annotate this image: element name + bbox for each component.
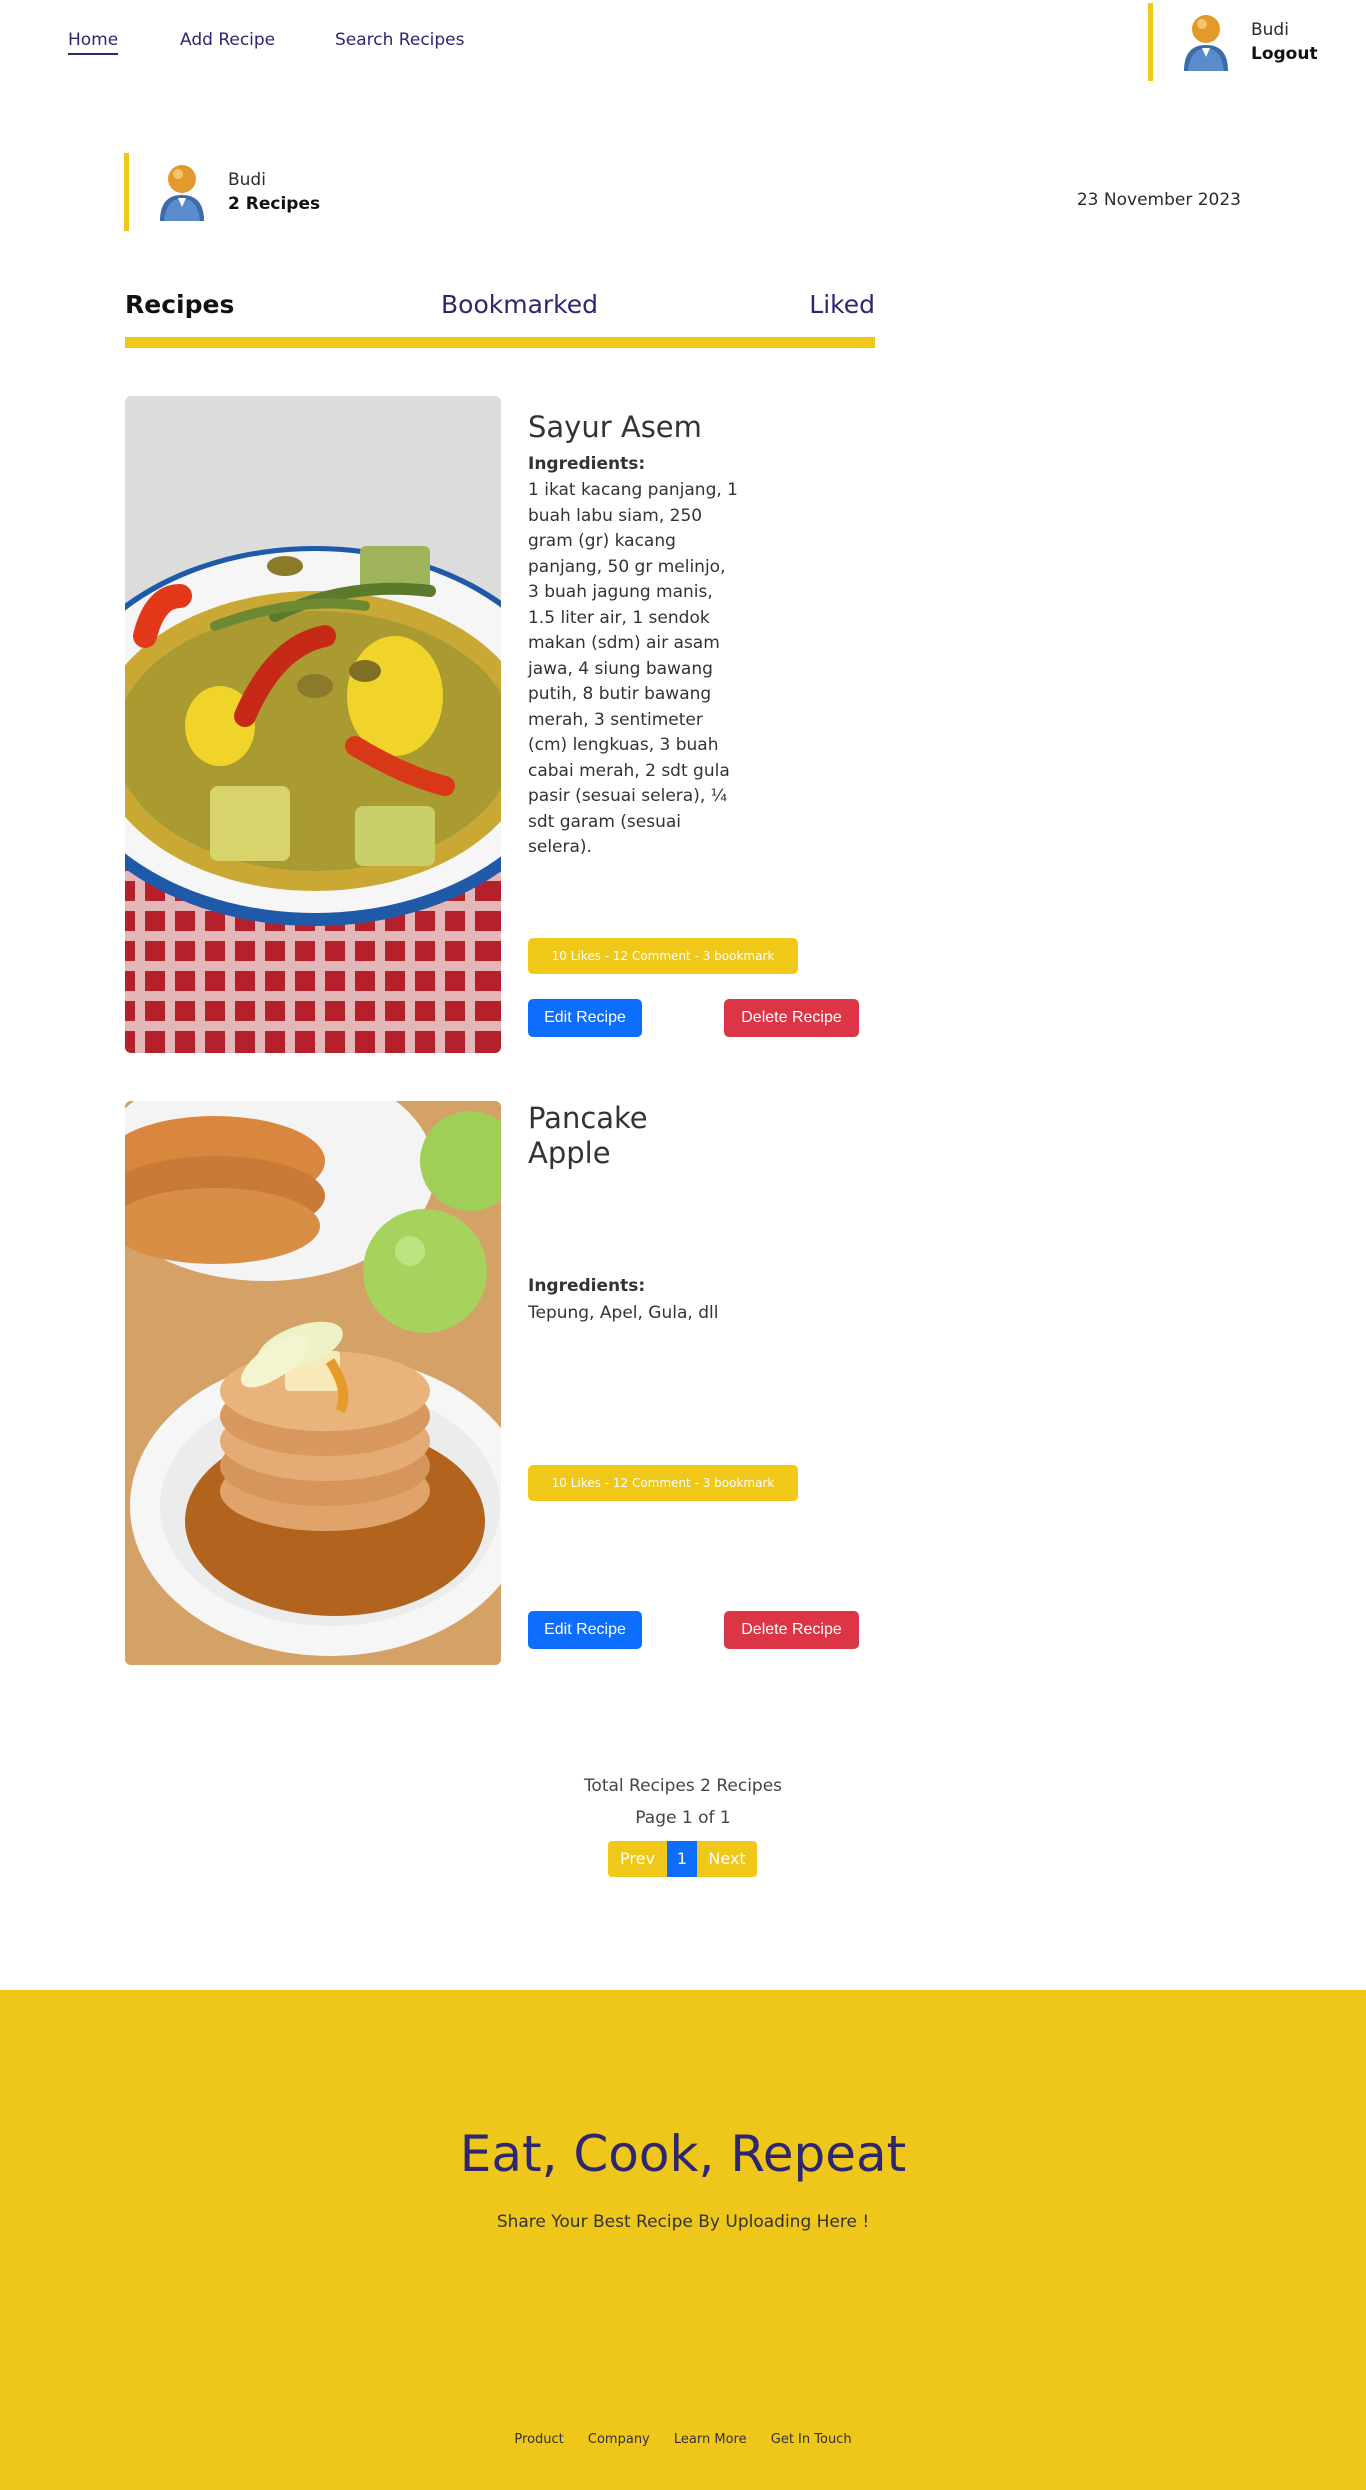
footer-slogan: Eat, Cook, Repeat — [459, 2125, 907, 2183]
page-number-button[interactable]: 1 — [667, 1841, 697, 1877]
profile-name: Budi — [228, 170, 266, 190]
nav-user-name: Budi — [1251, 20, 1289, 40]
footer-link-company[interactable]: Company — [588, 2432, 650, 2447]
recipe-card: Pancake Apple Ingredients: Tepung, Apel,… — [125, 1101, 875, 1665]
profile-date: 23 November 2023 — [1076, 190, 1241, 210]
footer-link-product[interactable]: Product — [514, 2432, 563, 2447]
navbar: Home Add Recipe Search Recipes Budi Logo… — [0, 0, 1366, 85]
profile-panel: Budi 2 Recipes — [124, 153, 424, 231]
recipe-tabs: Recipes Bookmarked Liked — [125, 286, 875, 348]
tab-bookmarked[interactable]: Bookmarked — [441, 290, 598, 319]
recipe-card: Sayur Asem Ingredients: 1 ikat kacang pa… — [125, 396, 875, 1053]
ingredients-text: 1 ikat kacang panjang, 1 buah labu siam,… — [528, 480, 738, 857]
footer-subtitle: Share Your Best Recipe By Uploading Here… — [496, 2212, 870, 2232]
prev-page-button[interactable]: Prev — [608, 1841, 667, 1877]
recipe-title: Pancake Apple — [528, 1101, 648, 1170]
tab-underline-bar — [125, 337, 875, 348]
recipe-image-sayur-asem[interactable] — [125, 396, 501, 1053]
recipe-stats-badge: 10 Likes - 12 Comment - 3 bookmark — [528, 938, 798, 974]
delete-recipe-button[interactable]: Delete Recipe — [724, 999, 859, 1037]
nav-add-recipe-link[interactable]: Add Recipe — [180, 30, 275, 50]
ingredients-text: Tepung, Apel, Gula, dll — [528, 1303, 719, 1323]
footer-link-get-in-touch[interactable]: Get In Touch — [771, 2432, 852, 2447]
tab-recipes[interactable]: Recipes — [125, 290, 234, 319]
recipe-image-pancake-apple[interactable] — [125, 1101, 501, 1665]
logout-button[interactable]: Logout — [1251, 44, 1318, 64]
next-page-button[interactable]: Next — [697, 1841, 757, 1877]
nav-search-recipes-link[interactable]: Search Recipes — [335, 30, 465, 50]
footer-links: Product Company Learn More Get In Touch — [0, 2432, 1366, 2447]
footer-link-learn-more[interactable]: Learn More — [674, 2432, 747, 2447]
tab-liked[interactable]: Liked — [809, 290, 875, 319]
ingredients-label: Ingredients: — [528, 454, 646, 474]
user-avatar-icon — [1184, 15, 1228, 71]
footer: Eat, Cook, Repeat Share Your Best Recipe… — [0, 1990, 1366, 2490]
edit-recipe-button[interactable]: Edit Recipe — [528, 999, 642, 1037]
pagination: Prev 1 Next — [608, 1841, 757, 1877]
page-indicator: Page 1 of 1 — [635, 1808, 731, 1828]
total-recipes-text: Total Recipes 2 Recipes — [583, 1776, 783, 1796]
delete-recipe-button[interactable]: Delete Recipe — [724, 1611, 859, 1649]
profile-recipe-count: 2 Recipes — [228, 194, 321, 214]
profile-avatar-icon — [160, 165, 204, 221]
nav-home-link[interactable]: Home — [68, 30, 119, 55]
recipe-stats-badge: 10 Likes - 12 Comment - 3 bookmark — [528, 1465, 798, 1501]
nav-user-panel: Budi Logout — [1148, 3, 1366, 81]
recipe-title: Sayur Asem — [528, 410, 702, 444]
ingredients-label: Ingredients: — [528, 1276, 646, 1296]
edit-recipe-button[interactable]: Edit Recipe — [528, 1611, 642, 1649]
